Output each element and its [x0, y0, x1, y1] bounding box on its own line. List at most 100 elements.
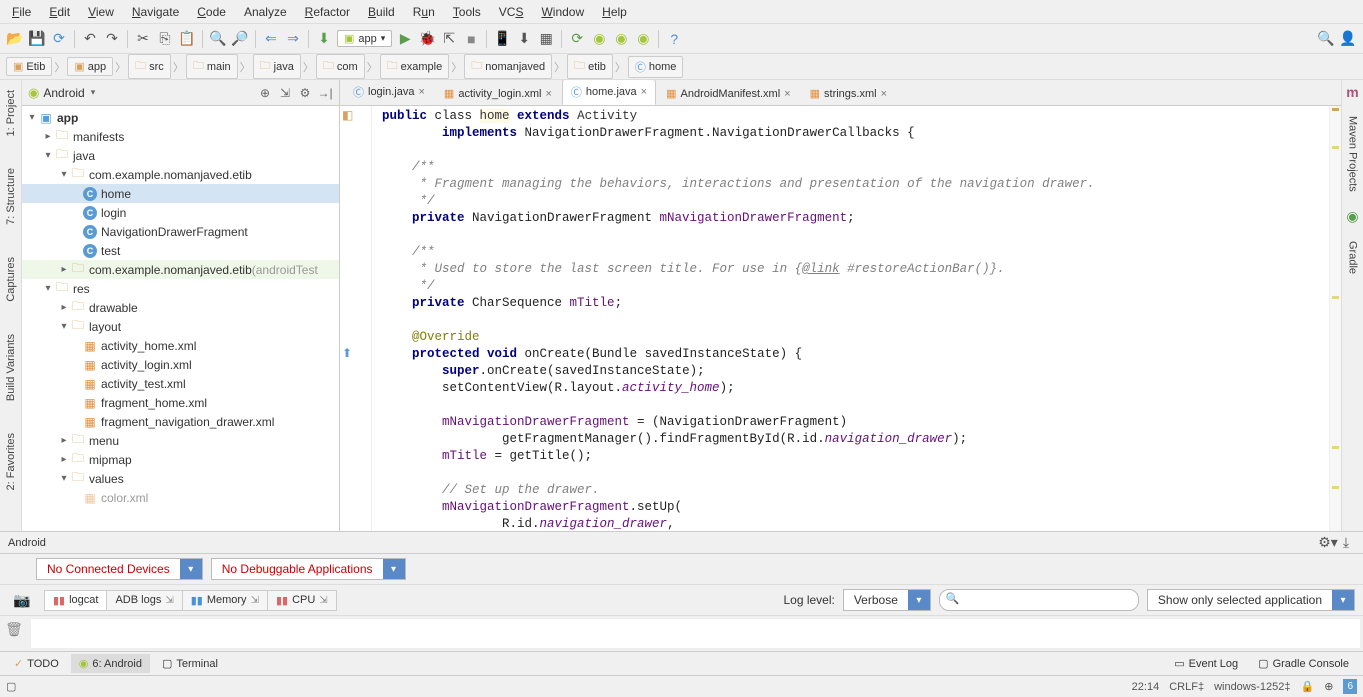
maven-m-icon[interactable]: m — [1346, 84, 1358, 100]
menu-refactor[interactable]: Refactor — [297, 3, 358, 21]
android-icon2[interactable]: ◉ — [612, 30, 630, 48]
redo-icon[interactable]: ↷ — [103, 30, 121, 48]
sync-gradle-icon[interactable]: ⟳ — [568, 30, 586, 48]
collapse-icon[interactable]: ⇲ — [277, 85, 293, 101]
tree-item-fragment-home[interactable]: ▦fragment_home.xml — [22, 393, 339, 412]
menu-file[interactable]: FFileile — [4, 3, 39, 21]
sdk-icon[interactable]: ⬇ — [515, 30, 533, 48]
menu-view[interactable]: View — [80, 3, 122, 21]
tree-item-activity-test[interactable]: ▦activity_test.xml — [22, 374, 339, 393]
stop-icon[interactable]: ■ — [462, 30, 480, 48]
menu-vcs[interactable]: VCS — [491, 3, 532, 21]
ddms-icon[interactable]: ▦ — [537, 30, 555, 48]
avd-icon[interactable]: 📱 — [493, 30, 511, 48]
gear-icon[interactable]: ⚙ — [297, 85, 313, 101]
replace-icon[interactable]: 🔎 — [231, 30, 249, 48]
devices-combo[interactable]: No Connected Devices ▾ — [36, 558, 203, 580]
editor-overview-ruler[interactable] — [1329, 106, 1341, 531]
tab-maven[interactable]: Maven Projects — [1345, 110, 1361, 198]
status-encoding[interactable]: windows-1252‡ — [1214, 681, 1290, 693]
code-editor[interactable]: public class home extends Activity imple… — [372, 106, 1329, 531]
android-icon[interactable]: ◉ — [590, 30, 608, 48]
close-icon[interactable]: × — [881, 88, 887, 100]
tab-favorites[interactable]: 2: Favorites — [3, 427, 19, 496]
debuggable-combo[interactable]: No Debuggable Applications ▾ — [211, 558, 406, 580]
tab-adb[interactable]: ADB logs⇲ — [106, 590, 182, 611]
menu-code[interactable]: Code — [189, 3, 234, 21]
menu-run[interactable]: Run — [405, 3, 443, 21]
gradle-icon[interactable]: ◉ — [1346, 208, 1358, 225]
menu-edit[interactable]: Edit — [41, 3, 78, 21]
help-icon[interactable]: ? — [665, 30, 683, 48]
project-tree[interactable]: ▾▣app ▸🗀manifests ▾🗀java ▾🗀com.example.n… — [22, 106, 339, 531]
search-everywhere-icon[interactable]: 🔍 — [1317, 30, 1335, 48]
btab-gradle-console[interactable]: ▢Gradle Console — [1250, 654, 1357, 673]
attach-icon[interactable]: ⇱ — [440, 30, 458, 48]
save-icon[interactable]: 💾 — [28, 30, 46, 48]
tree-item-login[interactable]: Clogin — [22, 203, 339, 222]
forward-icon[interactable]: ⇒ — [284, 30, 302, 48]
btab-todo[interactable]: ✓TODO — [6, 654, 67, 673]
bc-main[interactable]: 🗀main — [186, 54, 238, 79]
tab-gradle[interactable]: Gradle — [1345, 235, 1361, 280]
btab-event-log[interactable]: ▭Event Log — [1166, 654, 1246, 673]
open-icon[interactable]: 📂 — [6, 30, 24, 48]
close-icon[interactable]: × — [418, 86, 424, 98]
hide-icon[interactable]: ⤓ — [1337, 534, 1355, 552]
tree-item-ndf[interactable]: CNavigationDrawerFragment — [22, 222, 339, 241]
menu-navigate[interactable]: Navigate — [124, 3, 187, 21]
bc-java[interactable]: 🗀java — [253, 54, 301, 79]
close-icon[interactable]: × — [641, 86, 647, 98]
log-search-input[interactable] — [939, 589, 1139, 611]
menu-window[interactable]: Window — [533, 3, 592, 21]
bc-etib2[interactable]: 🗀etib — [567, 54, 613, 79]
log-filter-combo[interactable]: Show only selected application ▾ — [1147, 589, 1355, 611]
status-line-sep[interactable]: CRLF‡ — [1169, 681, 1204, 693]
tab-project[interactable]: 1: Project — [3, 84, 19, 142]
run-icon[interactable]: ▶ — [396, 30, 414, 48]
bc-example[interactable]: 🗀example — [380, 54, 450, 79]
gear-icon[interactable]: ⚙▾ — [1319, 534, 1337, 552]
undo-icon[interactable]: ↶ — [81, 30, 99, 48]
copy-icon[interactable]: ⎘ — [156, 30, 174, 48]
project-view-selector[interactable]: Android — [43, 86, 84, 100]
log-output[interactable] — [30, 618, 1361, 649]
debug-icon[interactable]: 🐞 — [418, 30, 436, 48]
run-config-combo[interactable]: ▣ app ▾ — [337, 30, 392, 47]
tree-item-test[interactable]: Ctest — [22, 241, 339, 260]
tab-manifest[interactable]: ▦AndroidManifest.xml× — [657, 82, 800, 105]
bc-nomanjaved[interactable]: 🗀nomanjaved — [464, 54, 552, 79]
menu-build[interactable]: Build — [360, 3, 403, 21]
status-lock-icon[interactable]: 🔒 — [1301, 680, 1315, 693]
scroll-to-source-icon[interactable]: ⊕ — [257, 85, 273, 101]
btab-terminal[interactable]: ▢Terminal — [154, 654, 226, 673]
bc-home[interactable]: Ⓒhome — [628, 56, 684, 78]
tab-activity-login[interactable]: ▦activity_login.xml× — [435, 82, 561, 105]
log-level-combo[interactable]: Verbose ▾ — [843, 589, 931, 611]
tab-memory[interactable]: ▮▮Memory⇲ — [182, 590, 268, 611]
tab-login[interactable]: Ⓒlogin.java× — [344, 80, 434, 105]
tab-captures[interactable]: Captures — [3, 251, 19, 308]
bc-etib[interactable]: ▣Etib — [6, 57, 52, 76]
make-icon[interactable]: ⬇ — [315, 30, 333, 48]
bc-src[interactable]: 🗀src — [128, 54, 171, 79]
paste-icon[interactable]: 📋 — [178, 30, 196, 48]
sync-icon[interactable]: ⟳ — [50, 30, 68, 48]
tab-logcat[interactable]: ▮▮logcat — [44, 590, 107, 611]
menu-tools[interactable]: Tools — [445, 3, 489, 21]
tab-structure[interactable]: 7: Structure — [3, 162, 19, 231]
screenshot-icon[interactable]: 📷 — [13, 591, 31, 609]
find-icon[interactable]: 🔍 — [209, 30, 227, 48]
cut-icon[interactable]: ✂ — [134, 30, 152, 48]
tab-strings[interactable]: ▦strings.xml× — [801, 82, 896, 105]
tree-item-fragment-nav[interactable]: ▦fragment_navigation_drawer.xml — [22, 412, 339, 431]
bc-com[interactable]: 🗀com — [316, 54, 365, 79]
hide-icon[interactable]: →| — [317, 85, 333, 101]
tab-build-variants[interactable]: Build Variants — [3, 328, 19, 407]
android-icon3[interactable]: ◉ — [634, 30, 652, 48]
status-icon[interactable]: ▢ — [6, 680, 16, 693]
btab-android[interactable]: ◉6: Android — [71, 654, 150, 673]
close-icon[interactable]: × — [545, 88, 551, 100]
tree-item-activity-login[interactable]: ▦activity_login.xml — [22, 355, 339, 374]
trash-icon[interactable]: 🗑 — [5, 620, 23, 638]
